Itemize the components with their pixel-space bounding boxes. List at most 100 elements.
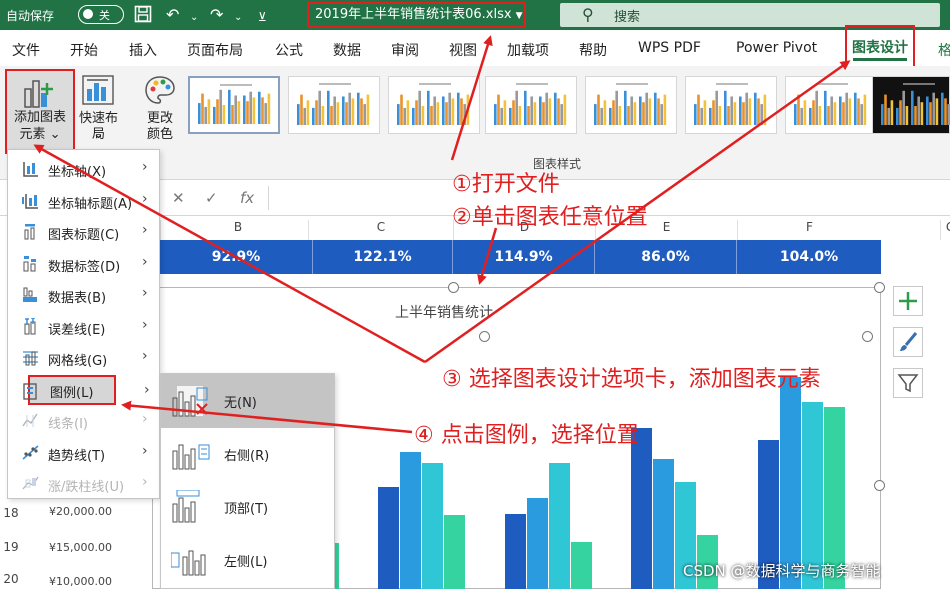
undo-dropdown-icon[interactable]: ⌄ — [190, 8, 198, 28]
insert-function-icon[interactable]: fx — [240, 189, 254, 207]
confirm-icon[interactable]: ✓ — [205, 189, 218, 207]
redo-dropdown-icon[interactable]: ⌄ — [234, 8, 242, 28]
column-header-c[interactable]: C — [308, 220, 453, 240]
customize-qat-icon[interactable]: ⊻ — [258, 7, 267, 27]
tab-page-layout[interactable]: 页面布局 — [187, 40, 243, 60]
cell-c-value[interactable]: 122.1% — [313, 240, 453, 274]
thumb-bar — [463, 104, 466, 125]
search-box[interactable]: ⚲ 搜索 — [560, 3, 940, 27]
thumb-bar — [406, 100, 410, 125]
tab-home[interactable]: 开始 — [70, 40, 98, 60]
chart-bar[interactable] — [444, 515, 465, 589]
tab-review[interactable]: 审阅 — [391, 40, 419, 60]
menu-item-error-bar[interactable]: 误差线(E) › — [8, 312, 159, 342]
chart-bar[interactable] — [505, 514, 526, 589]
tab-chart-design[interactable]: 图表设计 — [845, 25, 915, 69]
change-colors-button[interactable]: 更改 颜色 — [136, 69, 184, 154]
menu-item-gridlines[interactable]: 网格线(G) › — [8, 343, 159, 373]
menu-item-data-label[interactable]: 数据标签(D) › — [8, 249, 159, 279]
resize-handle-top-right[interactable] — [874, 282, 885, 293]
menu-item-data-table[interactable]: 数据表(B) › — [8, 280, 159, 310]
chart-elements-button[interactable] — [893, 286, 923, 316]
thumb-bar — [845, 92, 848, 125]
thumb-bar — [397, 104, 400, 125]
tab-power-pivot[interactable]: Power Pivot — [736, 40, 817, 56]
thumb-bar — [345, 102, 348, 125]
chart-style-thumb[interactable] — [288, 76, 380, 134]
chart-style-thumb[interactable] — [872, 76, 950, 134]
thumb-bar — [824, 90, 827, 125]
title-handle-bottom[interactable] — [479, 331, 490, 342]
autosave-toggle[interactable]: 关 — [78, 5, 124, 24]
save-icon[interactable] — [134, 5, 152, 28]
tab-file[interactable]: 文件 — [12, 40, 40, 60]
column-header-b[interactable]: B — [160, 220, 315, 240]
menu-item-chart-title[interactable]: 图表标题(C) › — [8, 217, 159, 247]
thumb-bars — [494, 90, 567, 125]
quick-layout-button[interactable]: 快速布局 ⌄ — [76, 69, 121, 154]
undo-icon[interactable]: ↶ — [166, 5, 179, 25]
thumb-bar — [258, 91, 261, 124]
row-number-20[interactable]: 20 — [0, 572, 22, 589]
row-number-18[interactable]: 18 — [0, 506, 22, 536]
menu-item-lines: 线条(I) › — [8, 406, 159, 436]
menu-item-trendline[interactable]: 趋势线(T) › — [8, 438, 159, 468]
tab-data[interactable]: 数据 — [333, 40, 361, 60]
chart-style-thumb[interactable] — [485, 76, 577, 134]
cell-b-value[interactable]: 92.9% — [160, 240, 313, 274]
chart-bar[interactable] — [780, 377, 801, 589]
menu-item-axis-title[interactable]: 坐标轴标题(A) › — [8, 186, 159, 216]
legend-option-right[interactable]: 右侧(R) — [161, 427, 334, 481]
legend-option-top[interactable]: 顶部(T) — [161, 480, 334, 534]
legend-option-left[interactable]: 左侧(L) — [161, 533, 334, 587]
thumb-bar — [548, 98, 552, 125]
tab-format-partial[interactable]: 格 — [938, 40, 950, 60]
chart-title[interactable]: 上半年销售统计 — [395, 302, 493, 322]
chart-style-thumb[interactable] — [685, 76, 777, 134]
resize-handle-right[interactable] — [874, 480, 885, 491]
thumb-bar — [366, 94, 370, 125]
chart-bar[interactable] — [527, 498, 548, 589]
tab-insert[interactable]: 插入 — [129, 40, 157, 60]
axis-title-icon — [22, 192, 38, 209]
tab-add-ins[interactable]: 加载项 — [507, 40, 549, 60]
chart-styles-button[interactable] — [893, 327, 923, 357]
chart-bar[interactable] — [631, 428, 652, 589]
menu-item-legend[interactable]: 图例(L) › — [23, 374, 150, 405]
excel-window: { "titlebar": { "autosave_label": "自动保存"… — [0, 0, 950, 589]
chart-bar[interactable] — [549, 463, 570, 589]
thumb-bar — [645, 92, 648, 125]
thumb-bar — [303, 107, 306, 125]
chart-bar[interactable] — [400, 452, 421, 589]
tab-wps-pdf[interactable]: WPS PDF — [638, 40, 701, 56]
chart-style-thumb[interactable] — [388, 76, 480, 134]
tab-view[interactable]: 视图 — [449, 40, 477, 60]
redo-icon[interactable]: ↷ — [210, 5, 223, 25]
tab-formulas[interactable]: 公式 — [275, 40, 303, 60]
row-number-19[interactable]: 19 — [0, 540, 22, 570]
cell-f-value[interactable]: 104.0% — [737, 240, 881, 274]
chart-bar[interactable] — [378, 487, 399, 589]
cell-d-value[interactable]: 114.9% — [453, 240, 595, 274]
chart-style-thumb[interactable] — [585, 76, 677, 134]
add-chart-element-button[interactable]: 添加图表 元素 ⌄ — [5, 69, 75, 154]
chart-bar[interactable] — [422, 463, 443, 589]
chart-bar[interactable] — [571, 542, 592, 589]
chart-style-thumb[interactable] — [785, 76, 877, 134]
cancel-icon[interactable]: ✕ — [172, 189, 185, 207]
title-handle-right[interactable] — [862, 331, 873, 342]
chart-style-thumb[interactable] — [188, 76, 280, 134]
tab-help[interactable]: 帮助 — [579, 40, 607, 60]
legend-option-none[interactable]: 无(N) — [161, 374, 334, 428]
cell-e-value[interactable]: 86.0% — [595, 240, 737, 274]
thumb-bar — [261, 97, 264, 124]
resize-handle-top[interactable] — [448, 282, 459, 293]
menu-item-axis[interactable]: 坐标轴(X) › — [8, 154, 159, 184]
file-name[interactable]: 2019年上半年销售统计表06.xlsx ▼ — [307, 2, 526, 28]
column-header-g[interactable]: G — [940, 220, 950, 240]
chevron-down-icon: ▼ — [515, 11, 523, 21]
thumb-bar — [754, 92, 757, 125]
column-header-f[interactable]: F — [737, 220, 881, 240]
chart-filters-button[interactable] — [893, 368, 923, 398]
chart-bar[interactable] — [653, 459, 674, 589]
